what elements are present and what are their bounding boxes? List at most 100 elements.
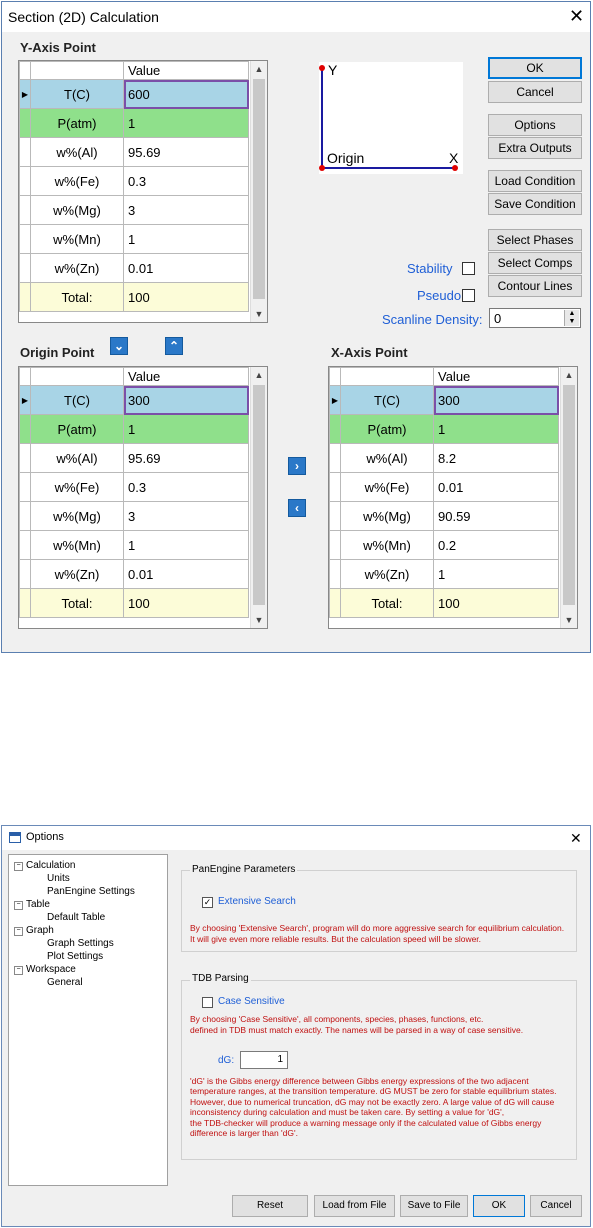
table-row[interactable]: P(atm) 1 [19, 108, 249, 138]
cell-value[interactable]: 1 [123, 108, 249, 138]
cell-value[interactable]: 600 [123, 79, 249, 109]
scroll-up-icon[interactable]: ▲ [561, 367, 577, 383]
select-comps-button[interactable]: Select Comps [488, 252, 582, 274]
cell-value[interactable]: 0.3 [123, 472, 249, 502]
tree-item-panengine-settings[interactable]: PanEngine Settings [47, 886, 135, 897]
cell-value[interactable]: 3 [123, 501, 249, 531]
tree-item-graph-settings[interactable]: Graph Settings [47, 938, 114, 949]
copy-to-origin-arrow-icon[interactable]: ‹ [288, 499, 306, 517]
save-to-file-button[interactable]: Save to File [400, 1195, 468, 1217]
close-icon[interactable]: ✕ [570, 829, 582, 847]
extensive-search-checkbox[interactable]: ✓ [202, 897, 213, 908]
table-row[interactable]: Total: 100 [19, 588, 249, 618]
table-row[interactable]: w%(Zn) 0.01 [19, 559, 249, 589]
cell-value[interactable]: 95.69 [123, 443, 249, 473]
save-condition-button[interactable]: Save Condition [488, 193, 582, 215]
table-row[interactable]: w%(Zn) 0.01 [19, 253, 249, 283]
ok-button[interactable]: OK [473, 1195, 525, 1217]
cell-value[interactable]: 0.2 [433, 530, 559, 560]
vertical-scrollbar[interactable]: ▲ ▼ [250, 61, 267, 322]
scroll-up-icon[interactable]: ▲ [251, 367, 267, 383]
table-row[interactable]: w%(Al) 8.2 [329, 443, 559, 473]
scroll-down-icon[interactable]: ▼ [251, 306, 267, 322]
table-row[interactable]: w%(Mg) 3 [19, 195, 249, 225]
close-icon[interactable]: ✕ [569, 7, 584, 25]
tree-item-units[interactable]: Units [47, 873, 70, 884]
table-row[interactable]: ▶ T(C) 600 [19, 79, 249, 109]
chevron-up-icon[interactable]: ⌃ [165, 337, 183, 355]
cell-value[interactable]: 95.69 [123, 137, 249, 167]
cell-value[interactable]: 1 [123, 530, 249, 560]
copy-to-x-arrow-icon[interactable]: › [288, 457, 306, 475]
collapse-icon[interactable]: − [14, 862, 23, 871]
collapse-icon[interactable]: − [14, 966, 23, 975]
spinner-arrows-icon[interactable]: ▲ ▼ [564, 310, 579, 326]
dg-input[interactable]: 1 [240, 1051, 288, 1069]
table-row[interactable]: w%(Mg) 3 [19, 501, 249, 531]
table-row[interactable]: w%(Mn) 0.2 [329, 530, 559, 560]
cell-value[interactable]: 90.59 [433, 501, 559, 531]
cell-value[interactable]: 1 [433, 559, 559, 589]
cell-value[interactable]: 300 [433, 385, 559, 415]
load-from-file-button[interactable]: Load from File [314, 1195, 395, 1217]
table-row[interactable]: w%(Fe) 0.01 [329, 472, 559, 502]
table-row[interactable]: w%(Mg) 90.59 [329, 501, 559, 531]
table-row[interactable]: ▶ T(C) 300 [329, 385, 559, 415]
cell-value[interactable]: 0.01 [123, 253, 249, 283]
scroll-down-icon[interactable]: ▼ [561, 612, 577, 628]
origin-grid[interactable]: Value ▶ T(C) 300 P(atm) 1 w%(Al) 95.69 w%(Fe… [18, 366, 268, 629]
cell-value[interactable]: 3 [123, 195, 249, 225]
table-row[interactable]: w%(Mn) 1 [19, 224, 249, 254]
cell-value[interactable]: 8.2 [433, 443, 559, 473]
x-axis-grid[interactable]: Value ▶ T(C) 300 P(atm) 1 w%(Al) 8.2 w%(Fe) 0… [328, 366, 578, 629]
stability-checkbox[interactable] [462, 262, 475, 275]
table-row[interactable]: P(atm) 1 [329, 414, 559, 444]
cell-value[interactable]: 300 [123, 385, 249, 415]
collapse-icon[interactable]: − [14, 927, 23, 936]
extensive-search-label[interactable]: Extensive Search [218, 896, 296, 907]
cell-value[interactable]: 0.01 [123, 559, 249, 589]
table-row[interactable]: w%(Al) 95.69 [19, 137, 249, 167]
extra-outputs-button[interactable]: Extra Outputs [488, 137, 582, 159]
table-row[interactable]: Total: 100 [329, 588, 559, 618]
pseudo-checkbox[interactable] [462, 289, 475, 302]
case-sensitive-checkbox[interactable] [202, 997, 213, 1008]
cell-value[interactable]: 0.01 [433, 472, 559, 502]
y-axis-grid[interactable]: Value ▶ T(C) 600 P(atm) 1 w%(Al) 95.69 w%(Fe… [18, 60, 268, 323]
table-row[interactable]: Total: 100 [19, 282, 249, 312]
select-phases-button[interactable]: Select Phases [488, 229, 582, 251]
contour-lines-button[interactable]: Contour Lines [488, 275, 582, 297]
ok-button[interactable]: OK [488, 57, 582, 79]
scanline-density-value[interactable]: 0 [494, 311, 501, 326]
case-sensitive-label[interactable]: Case Sensitive [218, 996, 285, 1007]
options-tree[interactable]: − Calculation Units PanEngine Settings − T… [8, 854, 168, 1186]
reset-button[interactable]: Reset [232, 1195, 308, 1217]
table-row[interactable]: P(atm) 1 [19, 414, 249, 444]
scroll-thumb[interactable] [563, 385, 575, 605]
vertical-scrollbar[interactable]: ▲ ▼ [560, 367, 577, 628]
cancel-button[interactable]: Cancel [488, 81, 582, 103]
cell-value[interactable]: 1 [123, 224, 249, 254]
tree-item-default-table[interactable]: Default Table [47, 912, 105, 923]
tree-item-plot-settings[interactable]: Plot Settings [47, 951, 103, 962]
tree-item-graph[interactable]: − Graph [14, 925, 54, 936]
scroll-down-icon[interactable]: ▼ [251, 612, 267, 628]
chevron-down-icon[interactable]: ⌄ [110, 337, 128, 355]
table-row[interactable]: w%(Mn) 1 [19, 530, 249, 560]
cancel-button[interactable]: Cancel [530, 1195, 582, 1217]
cell-value[interactable]: 1 [433, 414, 559, 444]
scroll-up-icon[interactable]: ▲ [251, 61, 267, 77]
vertical-scrollbar[interactable]: ▲ ▼ [250, 367, 267, 628]
tree-item-workspace[interactable]: − Workspace [14, 964, 76, 975]
tree-item-general[interactable]: General [47, 977, 83, 988]
table-row[interactable]: w%(Al) 95.69 [19, 443, 249, 473]
options-button[interactable]: Options [488, 114, 582, 136]
scroll-thumb[interactable] [253, 79, 265, 299]
table-row[interactable]: ▶ T(C) 300 [19, 385, 249, 415]
cell-value[interactable]: 1 [123, 414, 249, 444]
collapse-icon[interactable]: − [14, 901, 23, 910]
scroll-thumb[interactable] [253, 385, 265, 605]
load-condition-button[interactable]: Load Condition [488, 170, 582, 192]
scanline-density-spinner[interactable]: 0 ▲ ▼ [489, 308, 581, 328]
table-row[interactable]: w%(Zn) 1 [329, 559, 559, 589]
